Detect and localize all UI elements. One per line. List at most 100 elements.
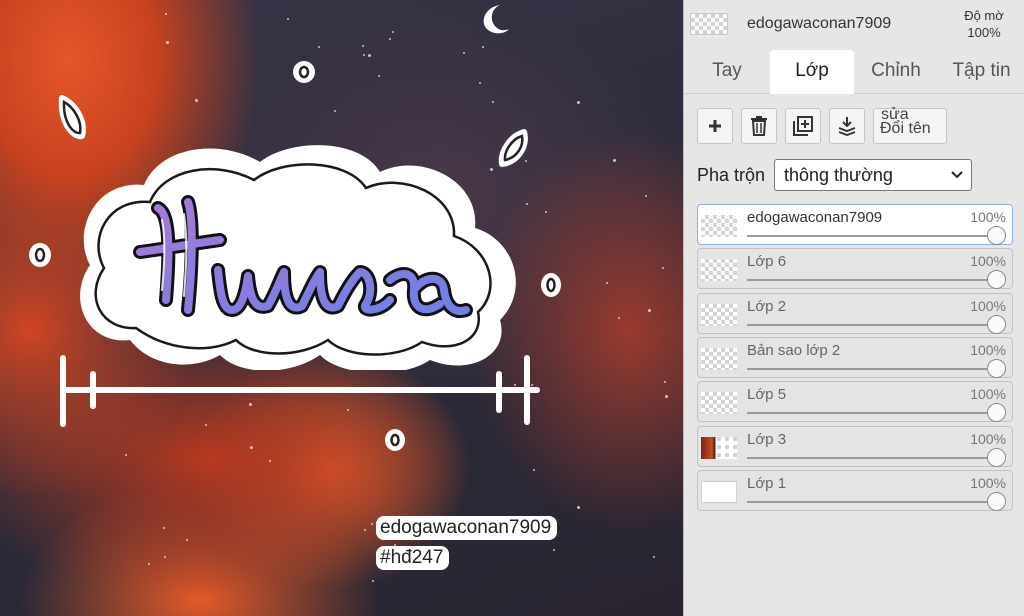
layer-thumbnail <box>701 304 737 326</box>
star <box>163 527 165 529</box>
layer-opacity-slider[interactable] <box>747 279 997 281</box>
star <box>362 45 364 47</box>
layer-opacity-slider-handle[interactable] <box>987 492 1006 511</box>
star <box>318 46 320 48</box>
layer-thumbnail <box>701 481 737 503</box>
add-layer-button[interactable] <box>697 108 733 144</box>
current-layer-name: edogawaconan7909 <box>747 15 892 32</box>
star <box>269 460 271 462</box>
merge-down-button[interactable] <box>829 108 865 144</box>
delete-layer-button[interactable] <box>741 108 777 144</box>
layer-row[interactable]: Lớp 6 100% <box>697 248 1013 289</box>
star <box>545 211 547 213</box>
layer-name: Lớp 6 <box>747 253 787 270</box>
star <box>553 549 555 551</box>
star <box>618 317 620 319</box>
layer-opacity-slider-handle[interactable] <box>987 315 1006 334</box>
star <box>368 54 371 57</box>
star <box>364 529 366 531</box>
rename-layer-button[interactable]: Đổi tên sửa <box>873 106 947 144</box>
star <box>665 395 668 398</box>
star <box>662 267 664 269</box>
layer-opacity-value: 100% <box>970 475 1006 491</box>
blend-mode-label: Pha trộn <box>697 165 766 185</box>
layer-row[interactable]: Lớp 2 100% <box>697 293 1013 334</box>
layer-opacity-slider-handle[interactable] <box>987 403 1006 422</box>
star <box>479 82 481 84</box>
layer-opacity-slider[interactable] <box>747 412 997 414</box>
duplicate-icon <box>793 116 813 136</box>
tab-lop[interactable]: Lớp <box>770 50 854 94</box>
star <box>389 38 391 40</box>
username-tag: edogawaconan7909 <box>376 516 558 540</box>
star <box>606 282 608 284</box>
plus-icon <box>709 120 721 132</box>
star <box>653 556 655 558</box>
layer-thumbnail <box>701 215 737 237</box>
ring-doodle-icon <box>541 273 561 297</box>
star <box>392 31 394 33</box>
star <box>533 469 535 471</box>
layer-opacity-slider[interactable] <box>747 235 997 237</box>
layer-row[interactable]: Lớp 5 100% <box>697 381 1013 422</box>
panel-header: edogawaconan7909 Độ mờ 100% <box>684 0 1024 50</box>
layer-name: Lớp 5 <box>747 386 787 403</box>
layer-row[interactable]: edogawaconan7909 100% <box>697 204 1013 245</box>
layer-row[interactable]: Lớp 1 100% <box>697 470 1013 511</box>
layer-opacity-value: 100% <box>970 253 1006 269</box>
layer-name: Lớp 2 <box>747 298 787 315</box>
layer-opacity-slider[interactable] <box>747 324 997 326</box>
star <box>463 52 465 54</box>
tab-chinh[interactable]: Chỉnh <box>854 50 938 94</box>
layer-thumbnail <box>701 392 737 414</box>
star <box>613 159 616 162</box>
layer-opacity-value: 100% <box>970 298 1006 314</box>
layer-opacity-value: 100% <box>970 386 1006 402</box>
blend-mode-select[interactable]: thông thường <box>774 159 972 191</box>
panel-tabs: Tay Lớp Chỉnh Tập tin <box>684 50 1024 94</box>
ring-doodle-icon <box>293 61 315 83</box>
star <box>577 506 580 509</box>
star <box>334 110 336 112</box>
star <box>166 41 169 44</box>
layer-thumbnail <box>701 348 737 370</box>
drawing-canvas[interactable]: edogawaconan7909 #hđ247 <box>0 0 683 616</box>
layers-panel: edogawaconan7909 Độ mờ 100% Tay Lớp Chỉn… <box>683 0 1024 616</box>
leaf-doodle-icon <box>58 95 86 140</box>
layer-row[interactable]: Bản sao lớp 2 100% <box>697 337 1013 378</box>
star <box>148 563 150 565</box>
layer-row[interactable]: Lớp 3 100% <box>697 426 1013 467</box>
star <box>645 195 647 197</box>
layer-opacity-slider-handle[interactable] <box>987 226 1006 245</box>
star <box>492 101 494 103</box>
merge-down-icon <box>838 117 856 136</box>
layer-opacity-slider-handle[interactable] <box>987 359 1006 378</box>
layer-thumbnail <box>701 437 737 459</box>
tab-tap-tin[interactable]: Tập tin <box>938 50 1024 94</box>
star <box>363 54 365 56</box>
tab-tay[interactable]: Tay <box>684 50 770 94</box>
trash-icon <box>751 116 767 136</box>
layer-opacity-slider-handle[interactable] <box>987 448 1006 467</box>
star <box>648 309 651 312</box>
ruler-doodle-artwork <box>60 355 540 427</box>
layer-opacity-value: 100% <box>970 431 1006 447</box>
duplicate-layer-button[interactable] <box>785 108 821 144</box>
layer-opacity-slider-handle[interactable] <box>987 270 1006 289</box>
moon-icon <box>483 5 509 34</box>
layer-opacity-value: 100% <box>970 209 1006 225</box>
layer-name: Lớp 3 <box>747 431 787 448</box>
layer-opacity-slider[interactable] <box>747 368 997 370</box>
opacity-value[interactable]: 100% <box>959 25 1009 40</box>
star <box>482 46 484 48</box>
star <box>125 454 127 456</box>
blend-mode-value: thông thường <box>784 165 893 185</box>
current-layer-thumbnail <box>690 13 728 35</box>
star <box>164 556 166 558</box>
star <box>250 446 253 449</box>
cloud-title-artwork <box>80 145 516 370</box>
layer-opacity-slider[interactable] <box>747 457 997 459</box>
opacity-label: Độ mờ <box>964 8 1004 23</box>
star <box>577 101 580 104</box>
layer-opacity-slider[interactable] <box>747 501 997 503</box>
